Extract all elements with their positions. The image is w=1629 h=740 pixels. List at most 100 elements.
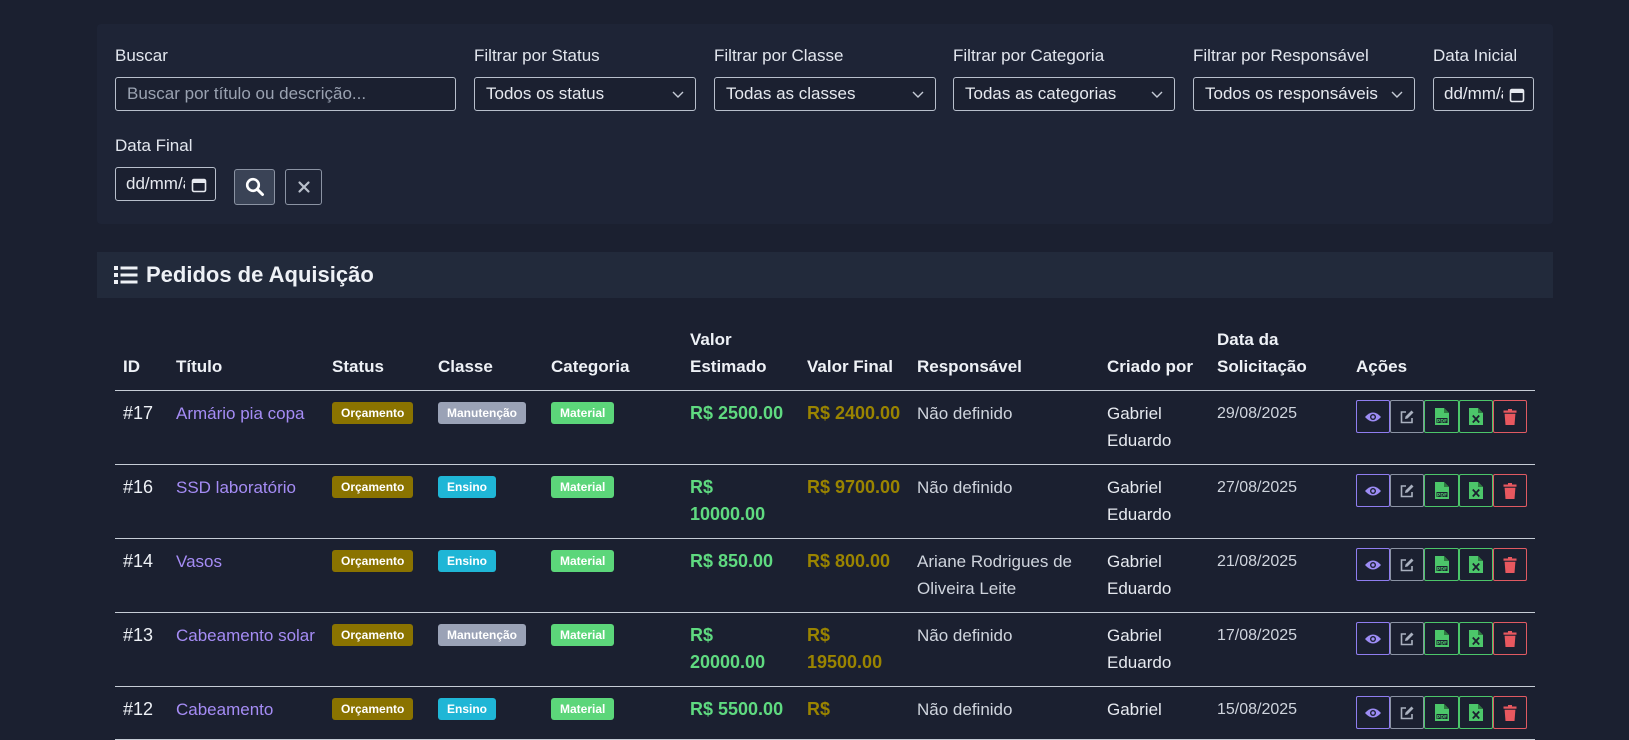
row-actions: PDF (1356, 400, 1528, 433)
orders-table: ID Título Status Classe Categoria Valor E… (115, 318, 1535, 740)
row-actions: PDF (1356, 622, 1528, 655)
categoria-badge: Material (551, 402, 615, 424)
file-pdf-icon: PDF (1434, 408, 1449, 425)
row-titulo-cell: SSD laboratório (168, 464, 324, 539)
col-valor-estimado[interactable]: Valor Estimado (682, 318, 799, 391)
row-titulo-link[interactable]: Armário pia copa (176, 404, 305, 423)
valor-estimado: R$ 850.00 (682, 538, 799, 613)
col-responsavel[interactable]: Responsável (909, 318, 1099, 391)
classe-badge: Ensino (438, 550, 497, 572)
row-titulo-link[interactable]: Vasos (176, 552, 222, 571)
page-title: Pedidos de Aquisição (146, 262, 374, 287)
delete-button[interactable] (1492, 474, 1528, 507)
svg-text:PDF: PDF (1436, 418, 1446, 424)
responsavel-select[interactable]: Todos os responsáveis (1193, 77, 1415, 111)
search-label: Buscar (115, 46, 168, 65)
row-titulo-link[interactable]: Cabeamento solar (176, 626, 315, 645)
edit-button[interactable] (1390, 622, 1425, 655)
table-row: #17 Armário pia copa Orçamento Manutençã… (115, 390, 1535, 465)
responsavel-filter-label: Filtrar por Responsável (1193, 46, 1369, 65)
file-excel-icon (1468, 630, 1483, 647)
criado-por: Gabriel Eduardo (1099, 538, 1209, 613)
row-titulo-link[interactable]: Cabeamento (176, 700, 273, 719)
row-id: #16 (115, 464, 168, 539)
criado-por: Gabriel (1099, 686, 1209, 740)
search-input[interactable]: Buscar por título ou descrição... (115, 77, 456, 111)
classe-select[interactable]: Todas as classes (714, 77, 936, 111)
criado-por: Gabriel Eduardo (1099, 464, 1209, 539)
classe-badge: Manutenção (438, 624, 527, 646)
col-id[interactable]: ID (115, 318, 168, 391)
eye-icon (1365, 634, 1382, 643)
close-icon (297, 181, 310, 193)
file-pdf-icon: PDF (1434, 482, 1449, 499)
view-button[interactable] (1356, 548, 1391, 581)
export-pdf-button[interactable]: PDF (1424, 622, 1459, 655)
calendar-icon (191, 178, 207, 193)
criado-por: Gabriel Eduardo (1099, 612, 1209, 687)
edit-icon (1400, 632, 1414, 645)
row-actions: PDF (1356, 548, 1528, 581)
view-button[interactable] (1356, 622, 1391, 655)
trash-icon (1503, 630, 1517, 647)
eye-icon (1365, 412, 1382, 421)
row-actions: PDF (1356, 474, 1528, 507)
criado-por: Gabriel Eduardo (1099, 390, 1209, 465)
export-pdf-button[interactable]: PDF (1424, 548, 1459, 581)
categoria-select[interactable]: Todas as categorias (953, 77, 1175, 111)
row-titulo-cell: Armário pia copa (168, 390, 324, 465)
classe-badge: Manutenção (438, 402, 527, 424)
classe-badge: Ensino (438, 698, 497, 720)
export-excel-button[interactable] (1458, 474, 1493, 507)
data-final-filter: Data Final dd/mm/aaaa (115, 136, 216, 201)
file-excel-icon (1468, 408, 1483, 425)
col-classe[interactable]: Classe (430, 318, 543, 391)
col-data-solicitacao[interactable]: Data da Solicitação (1209, 318, 1348, 391)
export-excel-button[interactable] (1458, 400, 1493, 433)
categoria-badge: Material (551, 698, 615, 720)
file-excel-icon (1468, 482, 1483, 499)
search-button[interactable] (234, 169, 275, 205)
col-criado-por[interactable]: Criado por (1099, 318, 1209, 391)
col-status[interactable]: Status (324, 318, 430, 391)
view-button[interactable] (1356, 400, 1391, 433)
delete-button[interactable] (1492, 400, 1528, 433)
col-titulo[interactable]: Título (168, 318, 324, 391)
categoria-badge: Material (551, 624, 615, 646)
file-pdf-icon: PDF (1434, 630, 1449, 647)
responsavel: Não definido (909, 464, 1099, 539)
view-button[interactable] (1356, 474, 1391, 507)
status-badge: Orçamento (332, 476, 414, 498)
row-titulo-link[interactable]: SSD laboratório (176, 478, 296, 497)
export-pdf-button[interactable]: PDF (1424, 474, 1459, 507)
valor-final: R$ 800.00 (799, 538, 909, 613)
status-select[interactable]: Todos os status (474, 77, 696, 111)
orders-card-header: Pedidos de Aquisição (97, 252, 1553, 298)
svg-text:PDF: PDF (1436, 492, 1446, 498)
col-valor-final[interactable]: Valor Final (799, 318, 909, 391)
row-id: #14 (115, 538, 168, 613)
data-final-input[interactable]: dd/mm/aaaa (115, 167, 216, 201)
categoria-badge: Material (551, 476, 615, 498)
edit-button[interactable] (1390, 474, 1425, 507)
export-excel-button[interactable] (1458, 622, 1493, 655)
trash-icon (1503, 704, 1517, 721)
valor-estimado: R$ 5500.00 (682, 686, 799, 740)
export-excel-button[interactable] (1458, 548, 1493, 581)
data-inicial-input[interactable]: dd/mm/aaaa (1433, 77, 1534, 111)
col-categoria[interactable]: Categoria (543, 318, 682, 391)
clear-filters-button[interactable] (285, 169, 322, 205)
delete-button[interactable] (1492, 548, 1528, 581)
edit-button[interactable] (1390, 548, 1425, 581)
export-pdf-button[interactable]: PDF (1424, 400, 1459, 433)
file-excel-icon (1468, 556, 1483, 573)
edit-icon (1400, 484, 1414, 497)
svg-text:PDF: PDF (1436, 566, 1446, 572)
delete-button[interactable] (1492, 622, 1528, 655)
edit-button[interactable] (1390, 400, 1425, 433)
status-badge: Orçamento (332, 550, 414, 572)
filter-panel: Buscar Buscar por título ou descrição...… (97, 24, 1553, 224)
edit-icon (1400, 706, 1414, 719)
responsavel-filter: Filtrar por Responsável Todos os respons… (1193, 46, 1415, 111)
edit-icon (1400, 410, 1414, 423)
